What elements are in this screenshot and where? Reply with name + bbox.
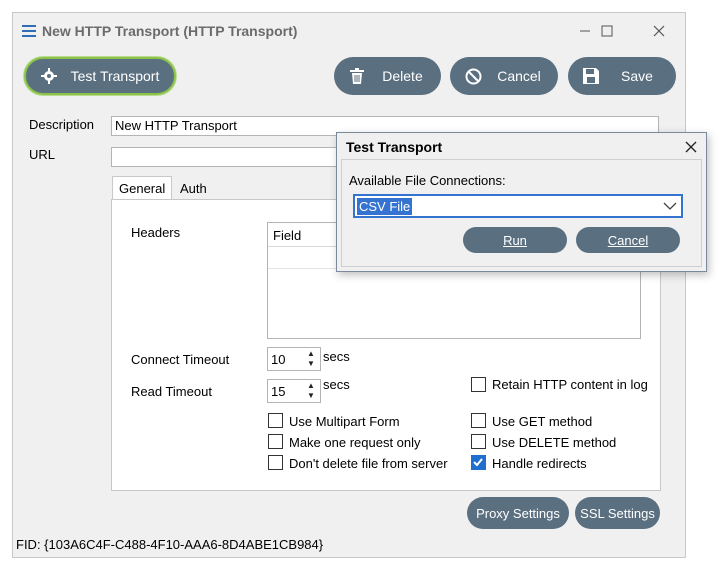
headers-label: Headers bbox=[131, 225, 181, 240]
one-request-label: Make one request only bbox=[289, 435, 421, 450]
run-button[interactable]: Run bbox=[463, 227, 567, 253]
read-timeout-label: Read Timeout bbox=[131, 384, 212, 399]
dont-delete-label: Don't delete file from server bbox=[289, 456, 448, 471]
test-transport-dialog: Test Transport Available File Connection… bbox=[336, 132, 707, 272]
retain-http-checkbox[interactable] bbox=[471, 377, 486, 392]
use-get-label: Use GET method bbox=[492, 414, 593, 429]
fid-text: FID: {103A6C4F-C488-4F10-AAA6-8D4ABE1CB9… bbox=[16, 537, 324, 552]
read-secs-label: secs bbox=[323, 377, 350, 392]
chevron-down-icon[interactable] bbox=[663, 202, 677, 211]
headers-field-column: Field bbox=[273, 228, 302, 243]
test-transport-button[interactable]: Test Transport bbox=[24, 57, 176, 95]
handle-redirects-checkbox[interactable] bbox=[471, 455, 486, 470]
connect-timeout-stepper[interactable]: 10 ▲ ▼ bbox=[267, 347, 321, 371]
tab-auth[interactable]: Auth bbox=[174, 177, 213, 201]
trash-icon bbox=[342, 68, 372, 84]
tab-general[interactable]: General bbox=[112, 176, 173, 200]
retain-http-label: Retain HTTP content in log bbox=[492, 377, 648, 392]
save-button[interactable]: Save bbox=[568, 57, 676, 95]
run-label: Run bbox=[503, 232, 527, 248]
file-connection-select[interactable]: CSV File bbox=[353, 194, 683, 218]
use-delete-label: Use DELETE method bbox=[492, 435, 617, 450]
available-connections-label: Available File Connections: bbox=[349, 173, 506, 188]
ssl-settings-button[interactable]: SSL Settings bbox=[575, 497, 660, 529]
delete-label: Delete bbox=[382, 68, 423, 84]
maximize-icon[interactable] bbox=[587, 17, 627, 45]
test-transport-label: Test Transport bbox=[70, 68, 160, 84]
description-label: Description bbox=[29, 117, 95, 132]
use-get-checkbox[interactable] bbox=[471, 413, 486, 428]
dont-delete-checkbox[interactable] bbox=[268, 455, 283, 470]
title-bar: New HTTP Transport (HTTP Transport) bbox=[13, 13, 685, 49]
use-delete-checkbox[interactable] bbox=[471, 434, 486, 449]
cancel-button[interactable]: Cancel bbox=[450, 57, 558, 95]
dialog-title: Test Transport bbox=[346, 139, 443, 155]
main-window: New HTTP Transport (HTTP Transport) Test… bbox=[12, 12, 686, 558]
connect-timeout-label: Connect Timeout bbox=[131, 352, 230, 367]
proxy-settings-button[interactable]: Proxy Settings bbox=[467, 497, 569, 529]
gear-icon bbox=[34, 68, 64, 84]
window-title: New HTTP Transport (HTTP Transport) bbox=[42, 23, 298, 39]
chevron-down-icon[interactable]: ▼ bbox=[304, 391, 318, 401]
read-timeout-value: 15 bbox=[271, 384, 286, 399]
connect-timeout-value: 10 bbox=[271, 352, 286, 367]
delete-button[interactable]: Delete bbox=[334, 57, 441, 95]
read-timeout-stepper[interactable]: 15 ▲ ▼ bbox=[267, 379, 321, 403]
close-icon[interactable] bbox=[639, 17, 679, 45]
handle-redirects-label: Handle redirects bbox=[492, 456, 587, 471]
one-request-checkbox[interactable] bbox=[268, 434, 283, 449]
dialog-close-icon[interactable] bbox=[681, 138, 701, 156]
dialog-cancel-label: Cancel bbox=[607, 232, 649, 248]
dialog-cancel-button[interactable]: Cancel bbox=[576, 227, 680, 253]
chevron-down-icon[interactable]: ▼ bbox=[304, 359, 318, 369]
cancel-label: Cancel bbox=[497, 68, 541, 84]
url-label: URL bbox=[29, 147, 56, 162]
hamburger-icon[interactable] bbox=[22, 25, 36, 37]
checkmark-icon bbox=[473, 458, 483, 467]
floppy-disk-icon bbox=[576, 68, 606, 84]
selected-connection: CSV File bbox=[357, 198, 413, 215]
use-multipart-label: Use Multipart Form bbox=[289, 414, 400, 429]
connect-secs-label: secs bbox=[323, 349, 350, 364]
use-multipart-checkbox[interactable] bbox=[268, 413, 283, 428]
ban-icon bbox=[458, 68, 488, 85]
url-field[interactable] bbox=[111, 147, 341, 167]
chevron-up-icon[interactable]: ▲ bbox=[304, 349, 318, 359]
save-label: Save bbox=[621, 68, 653, 84]
chevron-up-icon[interactable]: ▲ bbox=[304, 381, 318, 391]
